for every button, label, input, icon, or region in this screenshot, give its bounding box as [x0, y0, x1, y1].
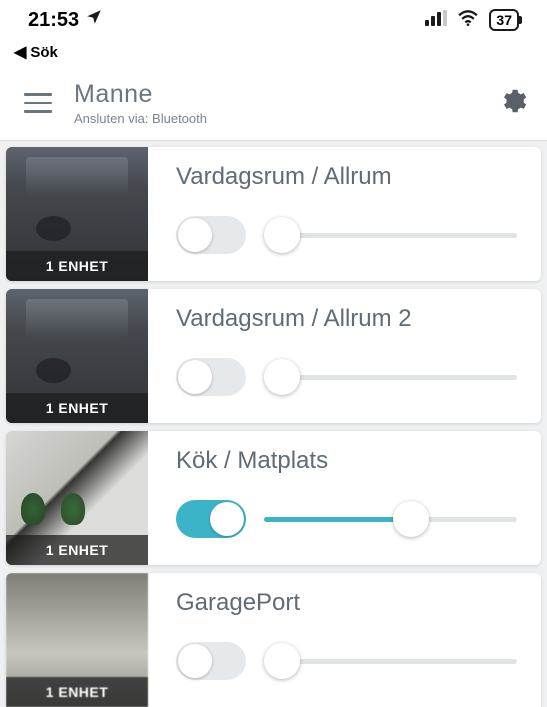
battery-indicator: 37 — [489, 9, 519, 31]
power-toggle[interactable] — [176, 358, 246, 396]
room-name: Kök / Matplats — [176, 447, 517, 475]
page-title: Manne — [74, 80, 475, 109]
status-right: 37 — [425, 9, 519, 31]
back-label: Sök — [30, 44, 58, 61]
connection-status: Ansluten via: Bluetooth — [74, 111, 475, 126]
room-card[interactable]: 1 ENHET Kök / Matplats — [6, 431, 541, 565]
back-caret-icon: ◀ — [14, 42, 26, 62]
menu-button[interactable] — [24, 93, 52, 113]
room-name: Vardagsrum / Allrum 2 — [176, 305, 517, 333]
room-card[interactable]: 1 ENHET Vardagsrum / Allrum 2 — [6, 289, 541, 423]
wifi-icon — [457, 10, 479, 31]
unit-count-badge: 1 ENHET — [6, 393, 148, 423]
cellular-signal-icon — [425, 10, 447, 31]
unit-count-badge: 1 ENHET — [6, 251, 148, 281]
room-thumbnail[interactable]: 1 ENHET — [6, 289, 148, 423]
room-card[interactable]: 1 ENHET GaragePort — [6, 573, 541, 707]
brightness-slider[interactable] — [264, 499, 517, 539]
room-thumbnail[interactable]: 1 ENHET — [6, 573, 148, 707]
power-toggle[interactable] — [176, 500, 246, 538]
unit-count-badge: 1 ENHET — [6, 535, 148, 565]
battery-level: 37 — [496, 12, 512, 28]
unit-count-badge: 1 ENHET — [6, 677, 148, 707]
status-left: 21:53 — [28, 8, 103, 32]
room-thumbnail[interactable]: 1 ENHET — [6, 431, 148, 565]
brightness-slider[interactable] — [264, 357, 517, 397]
room-name: Vardagsrum / Allrum — [176, 163, 517, 191]
brightness-slider[interactable] — [264, 641, 517, 681]
room-thumbnail[interactable]: 1 ENHET — [6, 147, 148, 281]
app-header: Manne Ansluten via: Bluetooth — [0, 70, 547, 141]
settings-button[interactable] — [497, 86, 527, 121]
back-to-search[interactable]: ◀ Sök — [0, 40, 547, 70]
power-toggle[interactable] — [176, 642, 246, 680]
brightness-slider[interactable] — [264, 215, 517, 255]
room-name: GaragePort — [176, 589, 517, 617]
status-time: 21:53 — [28, 9, 79, 32]
power-toggle[interactable] — [176, 216, 246, 254]
room-card[interactable]: 1 ENHET Vardagsrum / Allrum — [6, 147, 541, 281]
location-arrow-icon — [85, 8, 103, 32]
status-bar: 21:53 37 — [0, 0, 547, 40]
gear-icon — [497, 86, 527, 116]
rooms-list: 1 ENHET Vardagsrum / Allrum 1 ENHET — [0, 141, 547, 707]
